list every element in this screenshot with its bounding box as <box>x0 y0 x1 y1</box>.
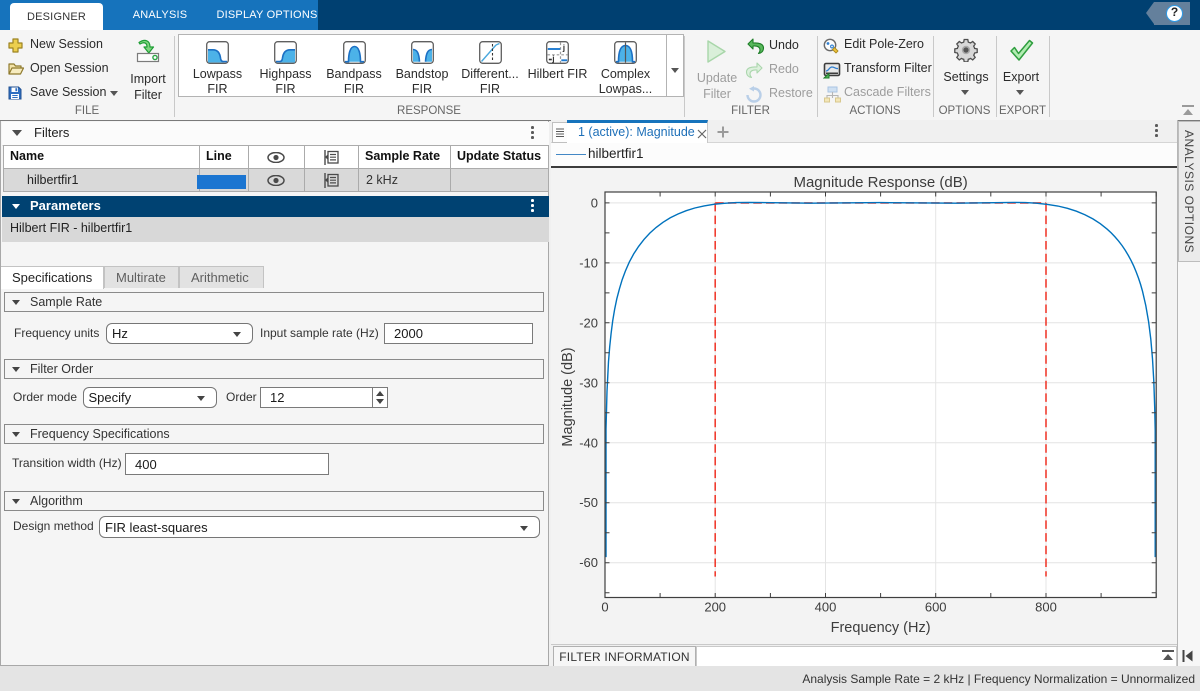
svg-text:Frequency (Hz): Frequency (Hz) <box>831 620 931 636</box>
svg-text:400: 400 <box>815 600 837 615</box>
svg-text:-60: -60 <box>579 555 598 570</box>
svg-text:200: 200 <box>704 600 726 615</box>
svg-text:-20: -20 <box>579 315 598 330</box>
svg-text:0: 0 <box>601 600 608 615</box>
svg-text:-30: -30 <box>579 375 598 390</box>
svg-text:j: j <box>562 42 565 52</box>
svg-text:800: 800 <box>1035 600 1057 615</box>
svg-text:j: j <box>551 53 554 63</box>
svg-text:Magnitude Response (dB): Magnitude Response (dB) <box>793 174 967 191</box>
svg-text:-40: -40 <box>579 435 598 450</box>
svg-text:0: 0 <box>591 195 598 210</box>
svg-text:600: 600 <box>925 600 947 615</box>
svg-text:Magnitude (dB): Magnitude (dB) <box>560 347 576 446</box>
svg-text:-50: -50 <box>579 495 598 510</box>
svg-text:-10: -10 <box>579 255 598 270</box>
